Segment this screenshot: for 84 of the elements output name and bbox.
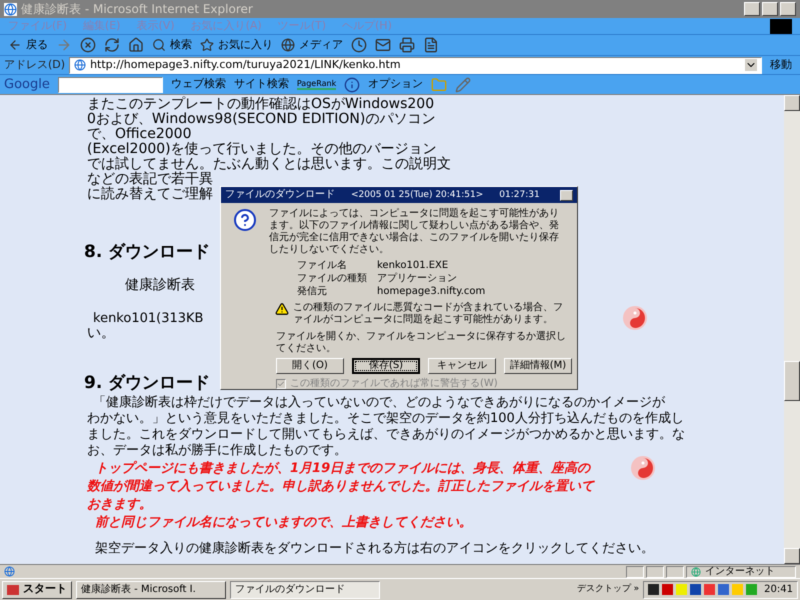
page-icon [4,566,15,577]
text-line: では試してません。たぶん動くとは思います。この説明文 [87,157,451,172]
notice-line: 数値が間違って入っていました。申し訳ありませんでした。訂正したファイルを置いて [87,478,594,494]
notice-line: おきます。 [87,496,152,512]
file-size-text: kenko101(313KB [93,310,204,326]
dialog-button[interactable]: 詳細情報(M) [504,358,572,374]
taskbar-button[interactable]: 健康診断表 - Microsoft I. [76,580,226,598]
message-text: ファイルによっては、コンピュータに問題を起こす可能性があります。以下のファイル情報に関して疑わしい点がある場合や、発信元が完全に信用できない場合は、このファイルを開いたり保存したりしないでください。 [269,208,560,256]
text-line: 0および、Windows98(SECOND EDITION)のパソコン [87,112,436,127]
media-button[interactable]: メディア [281,36,343,54]
text-line: またこのテンプレートの動作確認はOSがWindows200 [87,97,434,112]
refresh-icon[interactable] [104,37,120,53]
field-value: kenko101.EXE [377,260,448,272]
notice-line: 前と同じファイル名になっていますので、上書きしてください。 [95,514,472,530]
stop-icon[interactable] [80,37,96,53]
edit-icon[interactable] [423,37,439,53]
minimize-button[interactable] [744,2,760,16]
history-icon[interactable] [351,37,367,53]
address-field[interactable]: http://homepage3.nifty.com/turuya2021/LINK/kenko.htm [69,56,762,74]
mail-icon[interactable] [375,37,391,53]
warning-text: この種類のファイルに悪質なコードが含まれている場合、ファイルがコンピュータに問題を起こす可能性があります。 [293,302,564,326]
page-icon [74,59,86,71]
pagerank-meter: PageRank [296,80,336,90]
zone-label: インターネット [705,565,775,579]
dialog-button[interactable]: 開く(O) [276,358,344,374]
start-button[interactable]: スタート [2,580,72,598]
text-line: ました。これをダウンロードして開いてもらえば、できあがりのイメージがつかめるかと思います。な [87,427,685,443]
text-line: 「健康診断表は枠だけでデータは入っていないので、どのようなできあがりになるのかイメージが [93,395,665,411]
text-line: で、Office2000 [87,127,192,142]
notice-line: トップページにも書きましたが、1月19日までのファイルには、身長、体重、座高の [95,460,590,476]
field-value: homepage3.nifty.com [377,286,486,298]
site-search-button[interactable]: サイト検索 [234,76,289,93]
field-label: 発信元 [297,286,328,298]
text-line: わかない。」という意見をいただきました。そこで架空のデータを約100人分打ち込んだものを作成し [87,411,684,427]
yin-yang-icon[interactable] [630,455,656,481]
field-value: アプリケーション [377,273,457,285]
desktop-toolbar[interactable]: デスクトップ » [576,582,640,596]
search-button[interactable]: 検索 [152,36,192,54]
web-search-button[interactable]: ウェブ検索 [170,76,226,93]
close-button[interactable] [560,190,573,200]
dropdown-caret-icon[interactable] [745,59,757,71]
print-icon[interactable] [399,37,415,53]
field-label: ファイル名 [297,260,348,272]
go-button[interactable]: 移動 [766,56,796,74]
text-line: (Excel2000)を使って行いました。その他のバージョン [87,142,437,157]
timer: 01:27:31 [499,189,540,201]
search-icon [152,38,166,52]
dialog-button[interactable]: キャンセル [428,358,496,374]
taskbar-button[interactable]: ファイルのダウンロード [230,580,380,598]
globe-icon [691,566,701,576]
item-title: 健康診断表 [125,277,195,293]
star-icon [200,38,214,52]
pencil-icon[interactable] [455,76,472,92]
home-icon[interactable] [128,37,144,53]
maximize-button[interactable] [762,2,778,16]
tray-icon[interactable] [690,584,702,595]
scrollbar[interactable] [784,95,800,564]
google-logo[interactable]: Google [4,74,50,94]
yin-yang-icon[interactable] [622,305,648,331]
help-icon [233,208,257,232]
globe-icon [281,38,295,52]
prompt-text: ファイルを開くか、ファイルをコンピュータに保存するか選択してください。 [275,331,567,355]
favorites-button[interactable]: お気に入り [200,36,273,54]
text-line: 架空データ入りの健康診断表をダウンロードされる方は右のアイコンをクリックしてください。 [95,541,654,557]
google-search-field[interactable] [58,76,163,92]
section-heading: 8. ダウンロード [84,241,210,264]
clock: 20:41 [764,583,793,597]
text-line: などの表記で若干異 [87,172,213,187]
field-label: ファイルの種類 [297,273,368,285]
text-line: い。 [87,325,115,341]
options-button[interactable]: オプション [368,76,424,93]
ie-logo-icon [4,2,17,16]
timestamp: <2005 01 25(Tue) 20:41:51> [351,189,484,201]
info-icon[interactable] [344,76,360,92]
back-button[interactable]: 戻る [8,36,48,54]
address-label: アドレス(D) [4,56,66,73]
text-line: お、データは私が勝手に作成したものです。 [87,443,347,459]
text-line: に読み替えてご理解 [87,187,213,202]
section-heading: 9. ダウンロード [84,372,210,395]
warning-icon [275,302,289,316]
dialog-title: ファイルのダウンロード [225,189,335,201]
window-title: 健康診断表 - Microsoft Internet Explorer [21,1,253,18]
close-button[interactable] [780,2,796,16]
tray-icon[interactable] [648,584,660,595]
